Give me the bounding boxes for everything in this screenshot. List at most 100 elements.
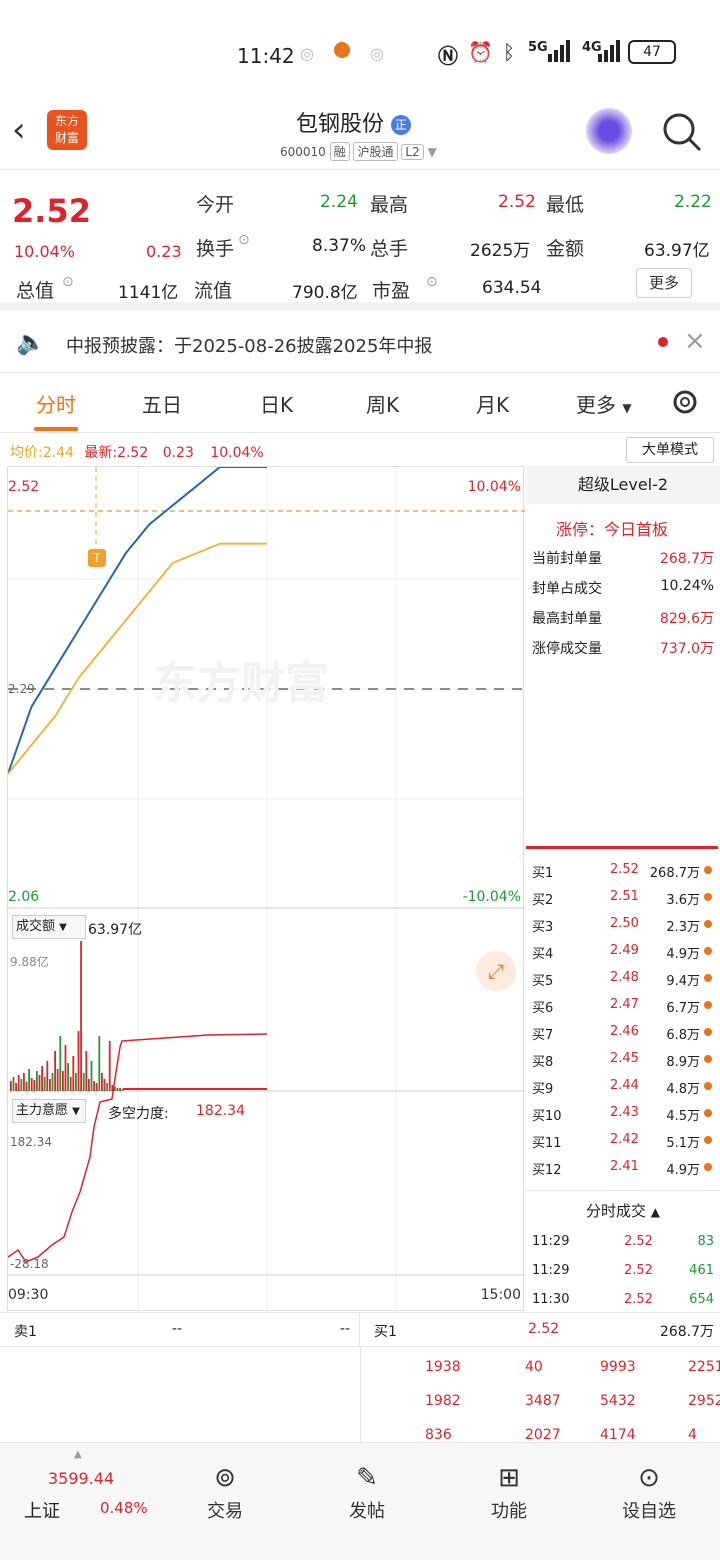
volume-bar — [77, 1031, 80, 1091]
nav-add-watchlist[interactable]: ⊙ 设自选 — [604, 1463, 694, 1523]
orderbook-label: 买11 — [532, 1136, 562, 1151]
nav-post[interactable]: ✎ 发帖 — [322, 1463, 412, 1523]
orderbook-row[interactable]: 买11 2.42 5.1万 — [532, 1132, 718, 1159]
volume-bar — [116, 1088, 119, 1091]
big-order-mode-button[interactable]: 大单模式 — [626, 437, 714, 463]
stock-title[interactable]: 包钢股份 正 — [296, 106, 412, 138]
pe-value: 634.54 — [482, 278, 542, 298]
orderbook-price: 2.49 — [610, 943, 639, 958]
volume-selector[interactable]: 成交额 ▼ — [12, 915, 86, 939]
orderbook-row[interactable]: 买10 2.43 4.5万 — [532, 1105, 718, 1132]
seal-stat-label: 涨停成交量 — [532, 641, 602, 657]
indicator-selector[interactable]: 主力意愿 ▼ — [12, 1099, 86, 1123]
orderbook-price: 2.46 — [610, 1024, 639, 1039]
time-end: 15:00 — [480, 1287, 521, 1303]
divider — [526, 1190, 720, 1191]
orderbook-volume: 6.8万 — [666, 1028, 700, 1043]
tick-price: 2.52 — [624, 1263, 653, 1278]
orderbook-label: 买3 — [532, 920, 554, 935]
volume-bar — [106, 1083, 108, 1091]
search-icon[interactable] — [660, 110, 704, 154]
tab-intraday[interactable]: 分时 — [36, 389, 76, 418]
stock-code-row: 600010 融 沪股通 L2 ▼ — [280, 142, 437, 161]
index-value: 3599.44 — [48, 1469, 115, 1488]
t-marker[interactable]: T — [88, 549, 106, 567]
close-icon[interactable]: × — [684, 326, 706, 356]
float-value: 790.8亿 — [292, 283, 358, 303]
volume-total: 63.97亿 — [88, 922, 143, 938]
orderbook-label: 买12 — [532, 1163, 562, 1178]
orderbook-volume: 268.7万 — [649, 866, 700, 881]
orderbook-volume: 2.3万 — [666, 920, 700, 935]
volume-bar — [15, 1083, 17, 1091]
orderbook-label: 买9 — [532, 1082, 554, 1097]
orderbook-price: 2.42 — [610, 1132, 639, 1147]
more-button[interactable]: 更多 — [636, 268, 692, 298]
volume-bar — [72, 1056, 75, 1091]
notice-bar[interactable]: 🔈 中报预披露：于2025-08-26披露2025年中报 × — [0, 318, 720, 373]
stock-name: 包钢股份 — [296, 112, 385, 137]
orderbook-row[interactable]: 买6 2.47 6.7万 — [532, 997, 718, 1024]
chevron-down-icon[interactable]: ▼ — [427, 145, 436, 159]
volume-bar — [108, 1041, 111, 1091]
orderbook-row[interactable]: 买7 2.46 6.8万 — [532, 1024, 718, 1051]
orderbook-price: 2.43 — [610, 1105, 639, 1120]
queue-order: 3487 — [525, 1393, 561, 1409]
tab-monthly-k[interactable]: 月K — [476, 389, 509, 418]
chart-svg — [8, 467, 525, 1312]
volume-bar — [95, 1083, 98, 1091]
volume-max-label: 9.88亿 — [10, 955, 49, 969]
info-icon[interactable]: ⊙ — [62, 274, 74, 290]
status-bar: 11:42 ◎ ◎ Ⓝ ⏰ ᛒ 5G 4G 47 — [0, 0, 720, 100]
info-icon[interactable]: ⊙ — [426, 274, 438, 290]
settings-gear-icon[interactable] — [668, 385, 702, 419]
stock-header: ‹ 东方 财富 包钢股份 正 600010 融 沪股通 L2 ▼ — [0, 100, 720, 170]
volume-bar — [82, 1073, 85, 1091]
grid-icon: ⊞ — [498, 1463, 520, 1493]
orderbook-row[interactable]: 买2 2.51 3.6万 — [532, 889, 718, 916]
expand-icon[interactable]: ⤢ — [476, 951, 516, 991]
orderbook-row[interactable]: 买8 2.45 8.9万 — [532, 1051, 718, 1078]
nav-trade[interactable]: ⊚ 交易 — [180, 1463, 270, 1523]
app-logo: 东方 财富 — [47, 110, 87, 150]
volume-bar — [17, 1075, 20, 1091]
level2-title: 超级Level-2 — [526, 466, 720, 504]
queue-order: 2251 — [688, 1359, 720, 1375]
ticks-title[interactable]: 分时成交 ▲ — [586, 1200, 660, 1221]
volume-bar — [46, 1061, 49, 1091]
y-axis-top-pct: 10.04% — [467, 479, 521, 495]
indicator-value: 182.34 — [196, 1103, 245, 1119]
mcap-label: 总值 — [16, 280, 55, 302]
orderbook-row[interactable]: 买3 2.50 2.3万 — [532, 916, 718, 943]
back-icon[interactable]: ‹ — [12, 110, 26, 150]
orderbook-row[interactable]: 买4 2.49 4.9万 — [532, 943, 718, 970]
info-icon[interactable]: ⊙ — [238, 232, 250, 248]
volume-bar — [62, 1071, 64, 1091]
orderbook-label: 买7 — [532, 1028, 554, 1043]
avg-value: 2.44 — [42, 445, 74, 461]
indicator-top-label: 182.34 — [10, 1135, 52, 1149]
orderbook-label: 买10 — [532, 1109, 562, 1124]
tab-more[interactable]: 更多 ▼ — [576, 389, 632, 418]
orderbook-row[interactable]: 买1 2.52 268.7万 — [532, 862, 718, 889]
orderbook-price: 2.52 — [610, 862, 639, 877]
tab-five-day[interactable]: 五日 — [142, 389, 182, 418]
indicator-label: 多空力度: — [108, 1106, 169, 1122]
tab-weekly-k[interactable]: 周K — [366, 389, 399, 418]
volume-bar — [56, 1069, 59, 1091]
tab-daily-k[interactable]: 日K — [260, 389, 293, 418]
intraday-chart[interactable]: T 2.52 10.04% 2.29 2.06 -10.04% 东方财富 成交额… — [7, 466, 525, 1312]
index-ticker[interactable]: ▲ 3599.44 上证 0.48% — [20, 1449, 170, 1549]
volume-bar — [80, 941, 82, 1091]
orderbook-row[interactable]: 买12 2.41 4.9万 — [532, 1159, 718, 1186]
orderbook-row[interactable]: 买9 2.44 4.8万 — [532, 1078, 718, 1105]
volume-bar — [30, 1078, 33, 1091]
nav-functions[interactable]: ⊞ 功能 — [464, 1463, 554, 1523]
float-label: 流值 — [194, 280, 233, 302]
bottom-nav: ▲ 3599.44 上证 0.48% ⊚ 交易 ✎ 发帖 ⊞ 功能 ⊙ 设自选 — [0, 1442, 720, 1560]
chart-tabs: 分时 五日 日K 周K 月K 更多 ▼ — [0, 373, 720, 433]
order-dot — [704, 974, 712, 982]
assistant-avatar-icon[interactable] — [586, 108, 632, 154]
orderbook-row[interactable]: 买5 2.48 9.4万 — [532, 970, 718, 997]
watermark: 东方财富 — [153, 658, 329, 709]
